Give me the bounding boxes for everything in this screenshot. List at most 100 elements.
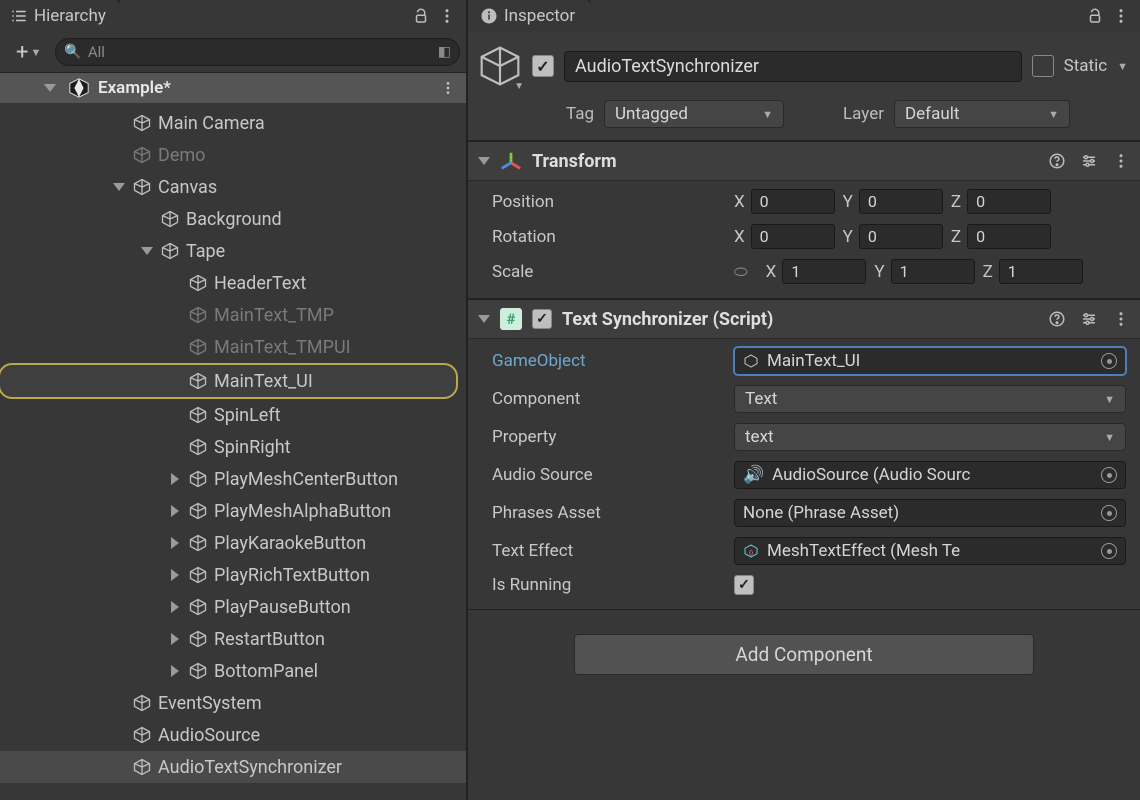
scale-label: Scale (492, 262, 722, 282)
tree-item-label: PlayMeshCenterButton (214, 469, 398, 490)
tree-row[interactable]: Demo (0, 139, 466, 171)
fold-icon[interactable] (168, 473, 182, 485)
lock-icon[interactable] (412, 7, 430, 25)
tree-row[interactable]: SpinLeft (0, 399, 466, 431)
object-picker-icon[interactable] (1101, 543, 1117, 559)
add-component-button[interactable]: Add Component (574, 634, 1034, 675)
texteffect-label: Text Effect (492, 541, 722, 561)
tree-row[interactable]: PlayMeshAlphaButton (0, 495, 466, 527)
gameobject-name-field[interactable]: AudioTextSynchronizer (564, 51, 1022, 82)
fold-icon[interactable] (168, 633, 182, 645)
scale-y[interactable]: 1 (891, 259, 975, 284)
hierarchy-tab[interactable]: Hierarchy (0, 0, 120, 32)
tree-row[interactable]: AudioSource (0, 719, 466, 751)
scale-x[interactable]: 1 (782, 259, 866, 284)
tree-row[interactable]: MainText_UI (0, 365, 456, 397)
search-placeholder: All (88, 43, 432, 61)
fold-icon[interactable] (168, 505, 182, 517)
inspector-tab[interactable]: Inspector (468, 0, 591, 32)
transform-title: Transform (532, 151, 617, 172)
isrunning-checkbox[interactable]: ✓ (734, 575, 754, 595)
tree-row[interactable]: Main Camera (0, 107, 466, 139)
tree-row[interactable]: HeaderText (0, 267, 466, 299)
transform-header[interactable]: Transform (468, 141, 1140, 181)
kebab-icon[interactable] (440, 80, 456, 96)
help-icon[interactable] (1048, 152, 1066, 170)
scene-header[interactable]: Example* (0, 73, 466, 103)
static-checkbox[interactable] (1032, 55, 1054, 77)
kebab-icon[interactable] (1112, 310, 1130, 328)
tree-row[interactable]: PlayPauseButton (0, 591, 466, 623)
tree-row[interactable]: PlayMeshCenterButton (0, 463, 466, 495)
chevron-down-icon: ▼ (30, 46, 41, 59)
object-picker-icon[interactable] (1101, 467, 1117, 483)
fold-icon[interactable] (168, 537, 182, 549)
tree-row[interactable]: Canvas (0, 171, 466, 203)
tree-item-label: Demo (158, 145, 205, 166)
fold-icon[interactable] (140, 247, 154, 255)
tree-row[interactable]: AudioTextSynchronizer (0, 751, 466, 783)
tree-row[interactable]: MainText_TMPUI (0, 331, 466, 363)
hierarchy-toolbar: + ▼ 🔍 All ◧ (0, 32, 466, 73)
tree-row[interactable]: MainText_TMP (0, 299, 466, 331)
create-dropdown[interactable]: + ▼ (10, 40, 47, 65)
gameobject-icon (188, 337, 208, 357)
kebab-icon[interactable] (1112, 152, 1130, 170)
tree-row[interactable]: Background (0, 203, 466, 235)
tree-row[interactable]: BottomPanel (0, 655, 466, 687)
fold-icon[interactable] (478, 157, 490, 165)
audiosource-field[interactable]: 🔊 AudioSource (Audio Sourc (734, 461, 1126, 489)
property-dropdown[interactable]: text▼ (734, 423, 1126, 451)
fold-icon[interactable] (112, 183, 126, 191)
rotation-z[interactable]: 0 (967, 224, 1051, 249)
script-header[interactable]: # ✓ Text Synchronizer (Script) (468, 299, 1140, 339)
layer-label: Layer (828, 104, 884, 124)
fold-icon[interactable] (168, 665, 182, 677)
tree-item-label: PlayRichTextButton (214, 565, 370, 586)
fold-icon[interactable] (168, 569, 182, 581)
texteffect-field[interactable]: {} MeshTextEffect (Mesh Te (734, 537, 1126, 565)
rotation-x[interactable]: 0 (751, 224, 835, 249)
position-y[interactable]: 0 (859, 189, 943, 214)
tree-row[interactable]: EventSystem (0, 687, 466, 719)
layer-dropdown[interactable]: Default▼ (894, 100, 1070, 128)
component-label: Component (492, 389, 722, 409)
tree-row[interactable]: PlayRichTextButton (0, 559, 466, 591)
preset-icon[interactable] (1080, 310, 1098, 328)
fold-icon[interactable] (168, 601, 182, 613)
tree-row[interactable]: SpinRight (0, 431, 466, 463)
object-picker-icon[interactable] (1101, 505, 1117, 521)
tree-row[interactable]: Tape (0, 235, 466, 267)
rotation-y[interactable]: 0 (859, 224, 943, 249)
hierarchy-tree: Main Camera Demo CanvasBackgroundTapeHeade… (0, 103, 466, 791)
search-type-icon[interactable]: ◧ (438, 44, 451, 60)
lock-icon[interactable] (1086, 7, 1104, 25)
preset-icon[interactable] (1080, 152, 1098, 170)
search-input[interactable]: 🔍 All ◧ (55, 38, 460, 66)
rotation-row: Rotation X0 Y0 Z0 (492, 224, 1126, 249)
search-icon: 🔍 (64, 44, 81, 60)
constrain-icon[interactable]: ⬭ (734, 262, 748, 282)
fold-icon[interactable] (44, 84, 56, 92)
enabled-checkbox[interactable]: ✓ (532, 55, 554, 77)
tree-row[interactable]: PlayKaraokeButton (0, 527, 466, 559)
help-icon[interactable] (1048, 310, 1066, 328)
script-enabled-checkbox[interactable]: ✓ (532, 309, 552, 329)
position-x[interactable]: 0 (751, 189, 835, 214)
phrases-field[interactable]: None (Phrase Asset) (734, 499, 1126, 527)
position-z[interactable]: 0 (967, 189, 1051, 214)
kebab-icon[interactable] (1112, 7, 1130, 25)
chevron-down-icon[interactable]: ▼ (1117, 60, 1128, 73)
scale-z[interactable]: 1 (999, 259, 1083, 284)
gameobject-icon[interactable]: ▼ (478, 44, 522, 88)
gameobject-label: GameObject (492, 351, 722, 371)
tree-row[interactable]: RestartButton (0, 623, 466, 655)
script-body: GameObject MainText_UI Component Text▼ P… (468, 339, 1140, 610)
tag-dropdown[interactable]: Untagged▼ (604, 100, 784, 128)
component-dropdown[interactable]: Text▼ (734, 385, 1126, 413)
object-picker-icon[interactable] (1101, 353, 1117, 369)
gameobject-field[interactable]: MainText_UI (734, 347, 1126, 375)
kebab-icon[interactable] (438, 7, 456, 25)
plus-icon: + (16, 40, 28, 65)
fold-icon[interactable] (478, 315, 490, 323)
